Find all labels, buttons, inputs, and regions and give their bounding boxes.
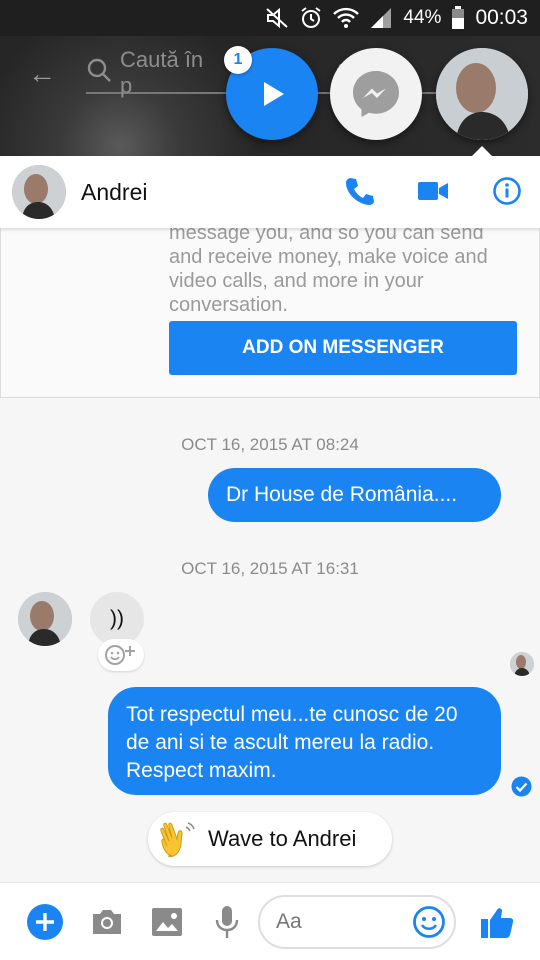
- status-bar: 44% 00:03: [0, 0, 540, 36]
- emoji-icon[interactable]: [410, 903, 448, 941]
- image-icon[interactable]: [148, 903, 186, 941]
- battery-percent: 44%: [403, 7, 442, 28]
- unread-badge: 1: [224, 46, 252, 74]
- plus-icon[interactable]: [26, 903, 64, 941]
- signal-icon: [369, 7, 393, 29]
- wave-button[interactable]: Wave to Andrei: [148, 812, 392, 866]
- back-arrow-icon[interactable]: ←: [28, 58, 56, 90]
- add-on-messenger-button[interactable]: ADD ON MESSENGER: [169, 321, 517, 375]
- andrei-chathead[interactable]: [436, 48, 528, 140]
- seen-indicator-avatar: [510, 652, 534, 676]
- info-icon[interactable]: [488, 172, 526, 210]
- add-reaction-icon: [105, 645, 135, 665]
- chat-panel: message you, and so you can send and rec…: [0, 156, 540, 960]
- add-reaction-button[interactable]: [98, 639, 144, 671]
- alarm-icon: [299, 6, 323, 30]
- timestamp: OCT 16, 2015 AT 08:24: [181, 435, 359, 454]
- card-description: message you, and so you can send and rec…: [169, 222, 488, 316]
- wave-label: Wave to Andrei: [208, 826, 357, 851]
- contact-name[interactable]: Andrei: [81, 179, 147, 206]
- microphone-icon[interactable]: [208, 903, 246, 941]
- video-icon[interactable]: [414, 172, 452, 210]
- add-contact-card: message you, and so you can send and rec…: [0, 216, 540, 398]
- chat-header: Andrei: [0, 156, 540, 228]
- incoming-message[interactable]: )): [90, 592, 144, 646]
- andrei-avatar-image: [436, 48, 528, 140]
- wifi-icon: [333, 7, 360, 29]
- phone-icon[interactable]: [340, 172, 378, 210]
- play-icon: [264, 82, 284, 106]
- waving-hand-icon: [160, 822, 195, 857]
- camera-icon[interactable]: [88, 903, 126, 941]
- sender-avatar[interactable]: [18, 592, 72, 646]
- delivered-check-icon: [511, 776, 532, 797]
- composer: [0, 882, 540, 960]
- battery-icon: [451, 6, 465, 30]
- mute-icon: [265, 7, 289, 29]
- messenger-icon: [353, 71, 399, 117]
- clock: 00:03: [475, 6, 528, 29]
- like-icon[interactable]: [478, 903, 516, 941]
- timestamp: OCT 16, 2015 AT 16:31: [181, 559, 359, 578]
- chathead-pointer: [470, 146, 494, 158]
- search-placeholder: Caută în p: [120, 47, 204, 98]
- messenger-chathead[interactable]: [330, 48, 422, 140]
- outgoing-message[interactable]: Tot respectul meu...te cunosc de 20 de a…: [108, 687, 501, 795]
- search-icon: [86, 57, 112, 89]
- header-avatar[interactable]: [12, 165, 66, 219]
- outgoing-message[interactable]: Dr House de România....: [208, 468, 501, 522]
